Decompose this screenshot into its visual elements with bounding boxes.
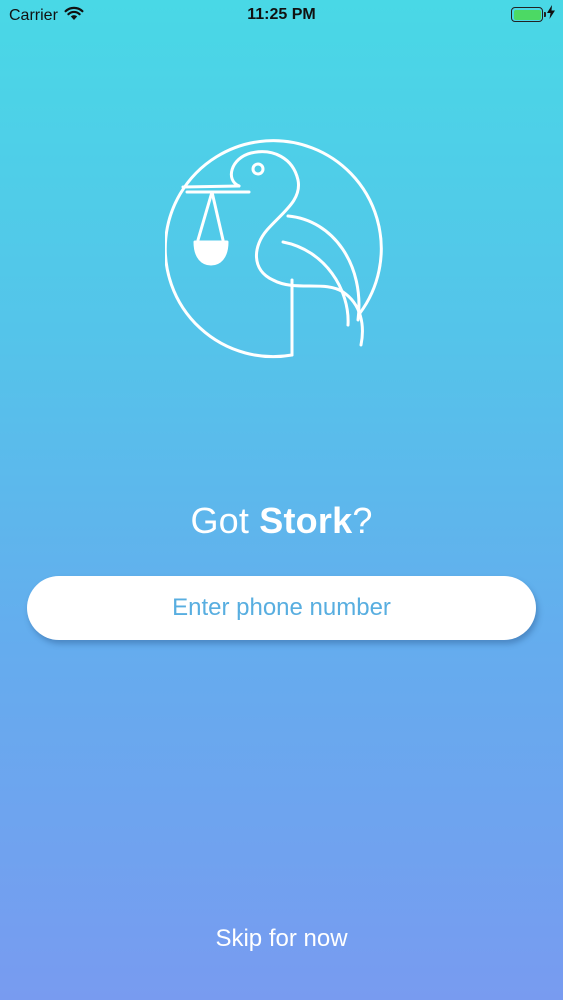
status-right (511, 5, 555, 24)
phone-number-input[interactable] (27, 576, 536, 640)
status-time: 11:25 PM (247, 6, 316, 23)
brand-name: Stork (259, 500, 353, 541)
headline-suffix: ? (352, 500, 373, 541)
battery-fill (513, 9, 541, 20)
stork-logo-icon (163, 130, 400, 365)
headline: Got Stork? (0, 500, 563, 542)
login-screen: Carrier 11:25 PM Got Stork? Enter phone … (0, 0, 563, 1000)
headline-prefix: Got (190, 500, 260, 541)
status-bar: Carrier 11:25 PM (0, 0, 563, 30)
battery-cap (543, 12, 546, 17)
skip-for-now-link[interactable]: Skip for now (0, 925, 563, 953)
charging-bolt-icon (547, 5, 555, 24)
battery-icon (511, 7, 546, 22)
